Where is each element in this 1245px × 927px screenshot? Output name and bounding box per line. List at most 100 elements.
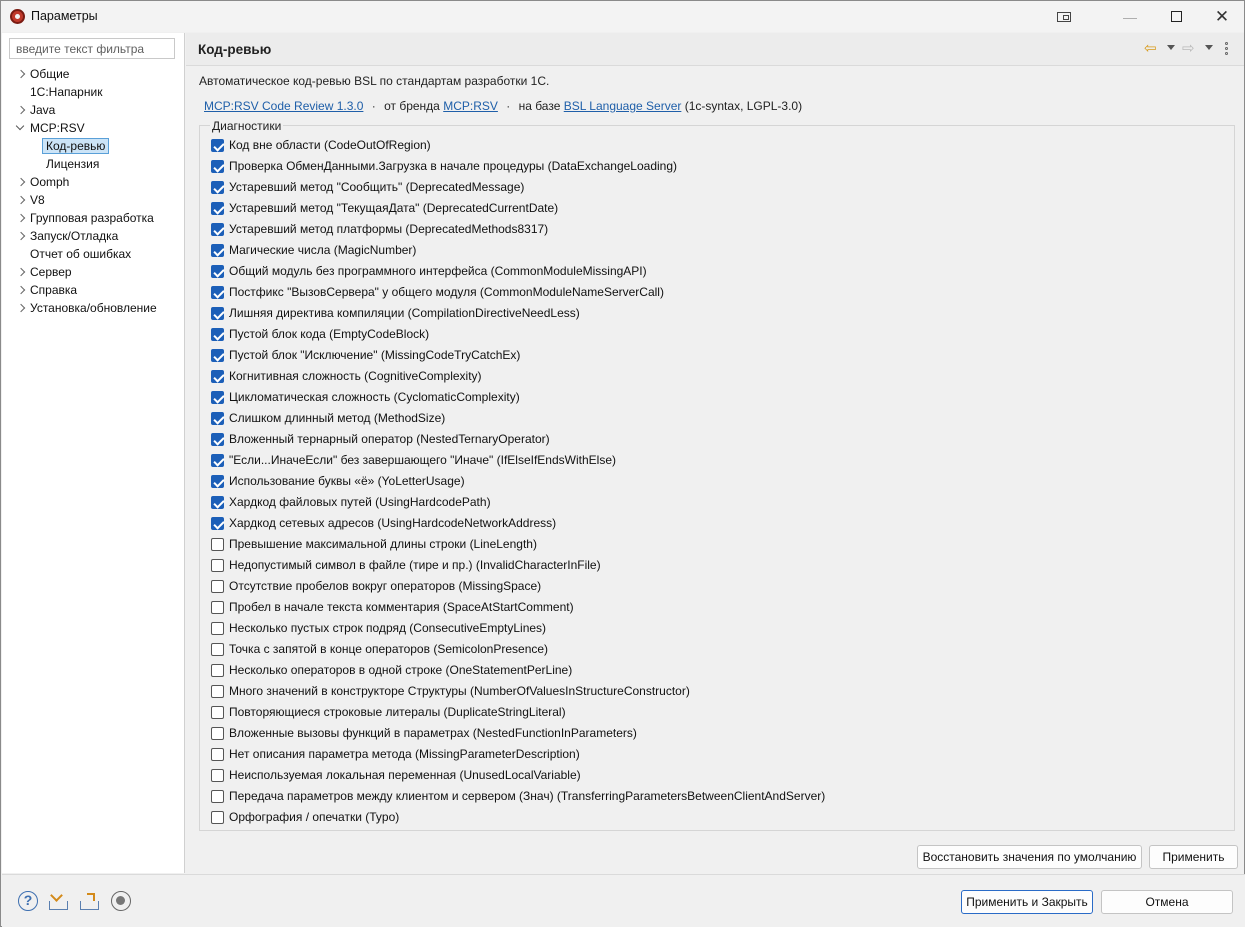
diagnostic-label: Постфикс "ВызовСервера" у общего модуля … — [229, 285, 664, 299]
brand-link[interactable]: MCP:RSV — [443, 99, 498, 113]
diagnostic-checkbox[interactable] — [211, 328, 224, 341]
diagnostic-label: Точка с запятой в конце операторов (Semi… — [229, 642, 549, 656]
minimize-button[interactable]: — — [1107, 1, 1153, 32]
sidebar-item[interactable]: Oomph — [2, 173, 184, 191]
diagnostics-group-label: Диагностики — [210, 119, 284, 133]
diagnostic-checkbox[interactable] — [211, 790, 224, 803]
sidebar-item[interactable]: Лицензия — [2, 155, 184, 173]
diagnostic-label: Неиспользуемая локальная переменная (Unu… — [229, 768, 581, 782]
diagnostic-checkbox[interactable] — [211, 307, 224, 320]
export-icon[interactable] — [79, 891, 99, 911]
diagnostic-checkbox[interactable] — [211, 769, 224, 782]
diagnostic-checkbox[interactable] — [211, 601, 224, 614]
diagnostic-checkbox[interactable] — [211, 727, 224, 740]
diagnostic-label: Превышение максимальной длины строки (Li… — [229, 537, 537, 551]
product-link[interactable]: MCP:RSV Code Review 1.3.0 — [204, 99, 363, 113]
license-note: (1c-syntax, LGPL-3.0) — [684, 99, 803, 113]
chevron-right-icon[interactable] — [16, 101, 26, 119]
apply-and-close-button[interactable]: Применить и Закрыть — [961, 890, 1093, 914]
sidebar-item-label: Код-ревью — [42, 138, 110, 154]
forward-arrow-icon[interactable]: ⇨ — [1182, 41, 1198, 56]
chevron-right-icon[interactable] — [16, 227, 26, 245]
diagnostic-label: Пустой блок кода (EmptyCodeBlock) — [229, 327, 430, 341]
diagnostic-checkbox[interactable] — [211, 559, 224, 572]
diagnostic-checkbox[interactable] — [211, 538, 224, 551]
diagnostic-label: Несколько пустых строк подряд (Consecuti… — [229, 621, 547, 635]
diagnostic-checkbox[interactable] — [211, 748, 224, 761]
diagnostic-label: Повторяющиеся строковые литералы (Duplic… — [229, 705, 566, 719]
diagnostic-checkbox[interactable] — [211, 706, 224, 719]
diagnostic-checkbox[interactable] — [211, 454, 224, 467]
diagnostic-label: Нет описания параметра метода (MissingPa… — [229, 747, 580, 761]
sidebar-item[interactable]: Код-ревью — [2, 137, 184, 155]
maximize-button[interactable] — [1153, 1, 1199, 32]
base-prefix: на базе — [518, 99, 561, 113]
diagnostic-checkbox[interactable] — [211, 370, 224, 383]
diagnostic-checkbox[interactable] — [211, 181, 224, 194]
import-icon[interactable] — [48, 889, 68, 911]
sidebar-item[interactable]: Групповая разработка — [2, 209, 184, 227]
preferences-window: Параметры — ✕ Общие 1С:Напарник Java MCP:RS… — [0, 0, 1245, 927]
diagnostic-checkbox[interactable] — [211, 475, 224, 488]
chevron-down-icon[interactable] — [16, 119, 26, 137]
close-button[interactable]: ✕ — [1199, 1, 1245, 32]
diagnostic-checkbox[interactable] — [211, 685, 224, 698]
diagnostic-checkbox[interactable] — [211, 202, 224, 215]
apply-button[interactable]: Применить — [1149, 845, 1238, 869]
back-history-dropdown-icon[interactable] — [1167, 45, 1175, 50]
diagnostic-checkbox[interactable] — [211, 223, 224, 236]
diagnostic-checkbox[interactable] — [211, 391, 224, 404]
diagnostic-checkbox[interactable] — [211, 433, 224, 446]
diagnostic-checkbox[interactable] — [211, 580, 224, 593]
diagnostic-checkbox[interactable] — [211, 643, 224, 656]
diagnostic-checkbox[interactable] — [211, 160, 224, 173]
bsl-ls-link[interactable]: BSL Language Server — [564, 99, 682, 113]
sidebar-item[interactable]: Справка — [2, 281, 184, 299]
more-menu-icon[interactable] — [1224, 42, 1230, 58]
diagnostic-label: Устаревший метод платформы (DeprecatedMe… — [229, 222, 549, 236]
chevron-right-icon[interactable] — [16, 173, 26, 191]
diagnostic-label: Устаревший метод "Сообщить" (DeprecatedM… — [229, 180, 525, 194]
sidebar-item[interactable]: Общие — [2, 65, 184, 83]
record-icon[interactable] — [111, 891, 131, 911]
diagnostic-label: Общий модуль без программного интерфейса… — [229, 264, 647, 278]
diagnostic-checkbox[interactable] — [211, 139, 224, 152]
diagnostic-checkbox[interactable] — [211, 349, 224, 362]
window-mode-icon[interactable] — [1041, 1, 1087, 32]
diagnostic-checkbox[interactable] — [211, 412, 224, 425]
diagnostic-checkbox[interactable] — [211, 496, 224, 509]
filter-input[interactable] — [9, 38, 175, 59]
sidebar-item[interactable]: Сервер — [2, 263, 184, 281]
chevron-right-icon[interactable] — [16, 209, 26, 227]
chevron-right-icon[interactable] — [16, 191, 26, 209]
sidebar-item[interactable]: Запуск/Отладка — [2, 227, 184, 245]
diagnostic-label: Недопустимый символ в файле (тире и пр.)… — [229, 558, 601, 572]
diagnostic-label: Хардкод сетевых адресов (UsingHardcodeNe… — [229, 516, 557, 530]
page-description: Автоматическое код-ревью BSL по стандарт… — [199, 74, 550, 88]
help-icon[interactable]: ? — [18, 891, 38, 911]
diagnostic-label: Пробел в начале текста комментария (Spac… — [229, 600, 574, 614]
sidebar-item[interactable]: 1С:Напарник — [2, 83, 184, 101]
sidebar-item[interactable]: Java — [2, 101, 184, 119]
sidebar-item[interactable]: MCP:RSV — [2, 119, 184, 137]
chevron-right-icon[interactable] — [16, 65, 26, 83]
restore-defaults-button[interactable]: Восстановить значения по умолчанию — [917, 845, 1142, 869]
chevron-right-icon[interactable] — [16, 281, 26, 299]
cancel-button[interactable]: Отмена — [1101, 890, 1233, 914]
diagnostic-checkbox[interactable] — [211, 265, 224, 278]
diagnostic-checkbox[interactable] — [211, 244, 224, 257]
forward-history-dropdown-icon[interactable] — [1205, 45, 1213, 50]
back-arrow-icon[interactable]: ⇦ — [1144, 41, 1160, 56]
diagnostic-checkbox[interactable] — [211, 517, 224, 530]
sidebar-item[interactable]: V8 — [2, 191, 184, 209]
diagnostic-checkbox[interactable] — [211, 286, 224, 299]
sidebar-item[interactable]: Отчет об ошибках — [2, 245, 184, 263]
sidebar-item[interactable]: Установка/обновление — [2, 299, 184, 317]
diagnostic-label: Много значений в конструкторе Структуры … — [229, 684, 690, 698]
diagnostic-checkbox[interactable] — [211, 664, 224, 677]
chevron-right-icon[interactable] — [16, 299, 26, 317]
diagnostic-checkbox[interactable] — [211, 811, 224, 824]
window-title: Параметры — [31, 9, 98, 23]
diagnostic-checkbox[interactable] — [211, 622, 224, 635]
chevron-right-icon[interactable] — [16, 263, 26, 281]
